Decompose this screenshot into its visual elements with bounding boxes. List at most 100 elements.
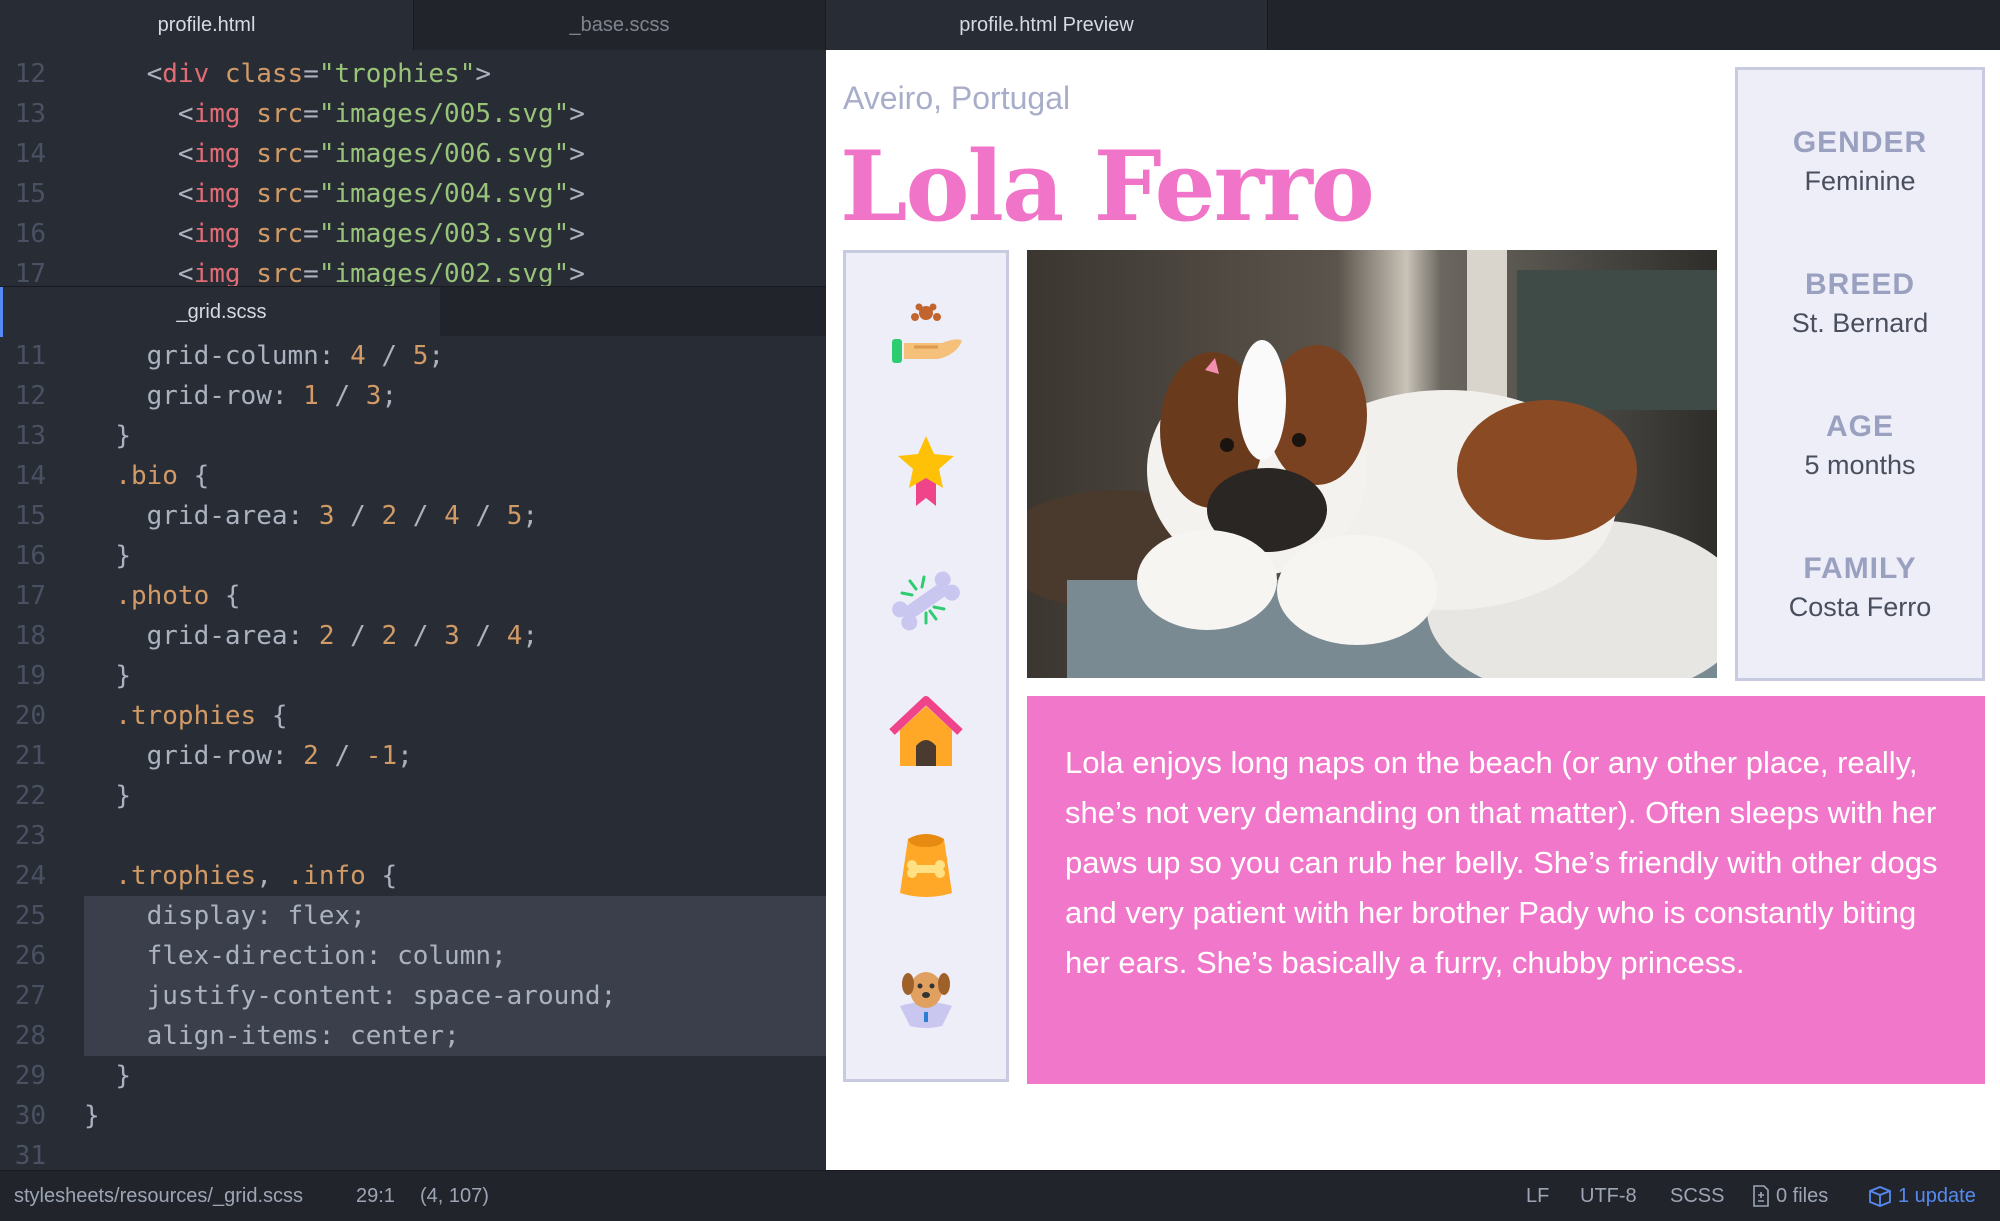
profile-name: Lola Ferro [840,130,1375,243]
code-line[interactable]: 31 [0,1136,826,1170]
html-editor-pane[interactable]: 12 <div class="trophies"> 13 <img src="im… [0,50,826,286]
line-number[interactable]: 25 [0,896,46,936]
line-number[interactable]: 24 [0,856,46,896]
line-number[interactable]: 28 [0,1016,46,1056]
code-token: grid-row: [146,381,304,411]
code-line[interactable]: 11 grid-column: 4 / 5; [0,336,826,376]
code-line[interactable]: 17 <img src="images/002.svg"> [0,254,826,286]
code-text[interactable]: justify-content: space-around; [84,976,617,1016]
code-line[interactable]: 12 grid-row: 1 / 3; [0,376,826,416]
code-line[interactable]: 30} [0,1096,826,1136]
code-line[interactable]: 19 } [0,656,826,696]
code-text[interactable]: display: flex; [84,896,366,936]
profile-bio: Lola enjoys long naps on the beach (or a… [1027,696,1985,1084]
line-number[interactable]: 12 [0,54,46,94]
code-text[interactable]: <img src="images/004.svg"> [84,174,585,214]
code-text[interactable]: flex-direction: column; [84,936,507,976]
code-text[interactable]: <img src="images/005.svg"> [84,94,585,134]
line-number[interactable]: 16 [0,214,46,254]
code-line[interactable]: 17 .photo { [0,576,826,616]
status-cursor-position[interactable]: 29:1 [356,1171,395,1221]
code-line[interactable]: 29 } [0,1056,826,1096]
code-line[interactable]: 28 align-items: center; [15,1016,826,1056]
code-line[interactable]: 12 <div class="trophies"> [0,54,826,94]
line-number[interactable]: 16 [0,536,46,576]
line-number[interactable]: 17 [0,254,46,286]
code-text[interactable]: <div class="trophies"> [84,54,491,94]
code-text[interactable]: grid-area: 3 / 2 / 4 / 5; [84,496,538,536]
line-number[interactable]: 26 [0,936,46,976]
code-line[interactable]: 18 grid-area: 2 / 2 / 3 / 4; [0,616,826,656]
line-number[interactable]: 27 [0,976,46,1016]
tab-grid-scss[interactable]: _grid.scss [0,287,440,337]
code-text[interactable]: grid-row: 2 / -1; [84,736,413,776]
info-label: GENDER [1792,125,1928,159]
line-number[interactable]: 15 [0,496,46,536]
line-number[interactable]: 22 [0,776,46,816]
code-text[interactable]: } [84,416,131,456]
status-file-path[interactable]: stylesheets/resources/_grid.scss [14,1171,303,1221]
code-text[interactable]: } [84,1056,131,1096]
line-number[interactable]: 21 [0,736,46,776]
code-line[interactable]: 27 justify-content: space-around; [15,976,826,1016]
status-git-files[interactable]: 0 files [1752,1171,1828,1221]
scss-editor-pane[interactable]: 11 grid-column: 4 / 5; 12 grid-row: 1 / 3… [0,336,826,1170]
line-number[interactable]: 19 [0,656,46,696]
line-number[interactable]: 15 [0,174,46,214]
code-line[interactable]: 14 .bio { [0,456,826,496]
status-update[interactable]: 1 update [1868,1171,1976,1221]
code-text[interactable]: grid-row: 1 / 3; [84,376,397,416]
code-token: align-items: center; [146,1021,460,1051]
code-text[interactable]: } [84,776,131,816]
line-number[interactable]: 13 [0,416,46,456]
code-line[interactable]: 14 <img src="images/006.svg"> [0,134,826,174]
status-grammar[interactable]: SCSS [1670,1171,1724,1221]
code-line[interactable]: 20 .trophies { [0,696,826,736]
code-line[interactable]: 15 <img src="images/004.svg"> [0,174,826,214]
code-line[interactable]: 26 flex-direction: column; [15,936,826,976]
line-number[interactable]: 13 [0,94,46,134]
code-text[interactable]: } [84,536,131,576]
status-encoding[interactable]: UTF-8 [1580,1171,1637,1221]
code-text[interactable]: <img src="images/003.svg"> [84,214,585,254]
code-text[interactable]: grid-column: 4 / 5; [84,336,444,376]
code-line[interactable]: 24 .trophies, .info { [0,856,826,896]
line-number[interactable]: 23 [0,816,46,856]
line-number[interactable]: 20 [0,696,46,736]
code-line[interactable]: 13 <img src="images/005.svg"> [0,94,826,134]
code-line[interactable]: 21 grid-row: 2 / -1; [0,736,826,776]
tab-base-scss[interactable]: _base.scss [414,0,826,50]
line-number[interactable]: 14 [0,456,46,496]
line-number[interactable]: 14 [0,134,46,174]
line-number[interactable]: 12 [0,376,46,416]
code-line[interactable]: 13 } [0,416,826,456]
status-line-ending[interactable]: LF [1526,1171,1549,1221]
code-text[interactable]: align-items: center; [84,1016,460,1056]
line-number[interactable]: 30 [0,1096,46,1136]
code-text[interactable]: .bio { [84,456,209,496]
code-text[interactable]: <img src="images/002.svg"> [84,254,585,286]
line-number[interactable]: 31 [0,1136,46,1170]
code-line[interactable]: 23 [0,816,826,856]
code-text[interactable]: grid-area: 2 / 2 / 3 / 4; [84,616,538,656]
line-number[interactable]: 29 [0,1056,46,1096]
code-text[interactable]: <img src="images/006.svg"> [84,134,585,174]
tab-profile-html[interactable]: profile.html [0,0,414,50]
code-line[interactable]: 16 } [0,536,826,576]
code-text[interactable]: } [84,656,131,696]
code-editor[interactable]: 12 <div class="trophies"> 13 <img src="im… [0,50,826,1170]
line-number[interactable]: 18 [0,616,46,656]
code-text[interactable]: .trophies { [84,696,287,736]
code-line[interactable]: 16 <img src="images/003.svg"> [0,214,826,254]
code-token: img [193,139,241,169]
code-text[interactable]: } [84,1096,100,1136]
code-text[interactable]: .trophies, .info { [84,856,397,896]
tab-profile-preview[interactable]: profile.html Preview [826,0,1268,50]
code-text[interactable]: .photo { [84,576,240,616]
line-number[interactable]: 17 [0,576,46,616]
code-line[interactable]: 15 grid-area: 3 / 2 / 4 / 5; [0,496,826,536]
code-line[interactable]: 25 display: flex; [15,896,826,936]
line-number[interactable]: 11 [0,336,46,376]
code-line[interactable]: 22 } [0,776,826,816]
